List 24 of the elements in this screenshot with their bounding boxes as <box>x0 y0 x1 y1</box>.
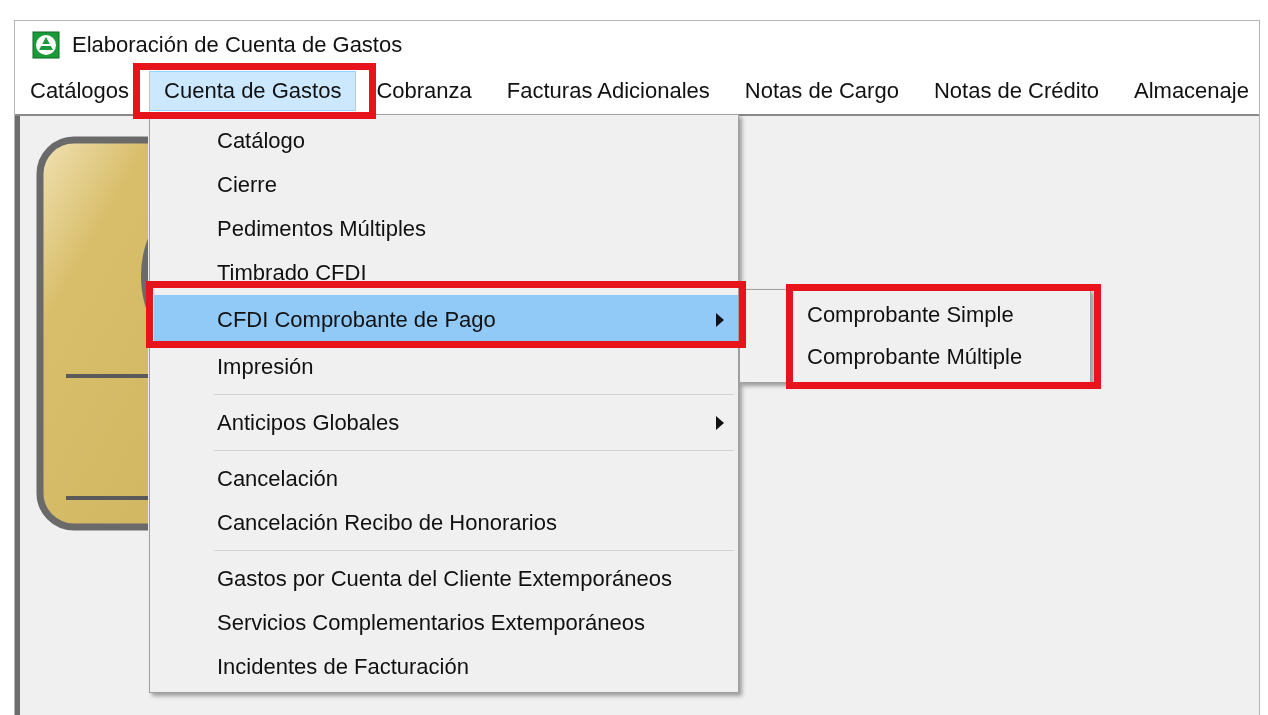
menu-item[interactable]: Cobranza <box>361 71 487 111</box>
menu-option[interactable]: Anticipos Globales <box>150 401 738 445</box>
menu-item[interactable]: Facturas Adicionales <box>491 71 725 111</box>
menu-item[interactable]: Cuenta de Gastos <box>149 71 357 111</box>
window-title: Elaboración de Cuenta de Gastos <box>72 31 403 58</box>
menu-option[interactable]: Cancelación Recibo de Honorarios <box>150 501 738 545</box>
menu-option[interactable]: Cierre <box>150 163 738 207</box>
menu-option[interactable]: Incidentes de Facturación <box>150 645 738 689</box>
menu-option[interactable]: Servicios Complementarios Extemporáneos <box>150 601 738 645</box>
menu-option[interactable]: Comprobante Simple <box>796 294 1090 336</box>
caret-icon <box>716 416 724 430</box>
menu-option[interactable]: Catálogo <box>150 119 738 163</box>
menu-item[interactable]: Almacenaje <box>1119 71 1259 111</box>
caret-icon <box>716 313 724 327</box>
menu-option[interactable]: Comprobante Múltiple <box>796 336 1090 378</box>
app-icon <box>32 30 60 59</box>
menu-option[interactable]: Cancelación <box>150 457 738 501</box>
menu-item[interactable]: Notas de Cargo <box>729 71 914 111</box>
menu-item[interactable]: Notas de Crédito <box>918 71 1114 111</box>
menu-option[interactable]: Pedimentos Múltiples <box>150 207 738 251</box>
menu-option[interactable]: Gastos por Cuenta del Cliente Extemporáneos <box>150 557 738 601</box>
menu-option[interactable]: Timbrado CFDI <box>150 251 738 295</box>
menu-item[interactable]: Catálogos <box>15 71 145 111</box>
menu-option[interactable]: Impresión <box>150 345 738 389</box>
